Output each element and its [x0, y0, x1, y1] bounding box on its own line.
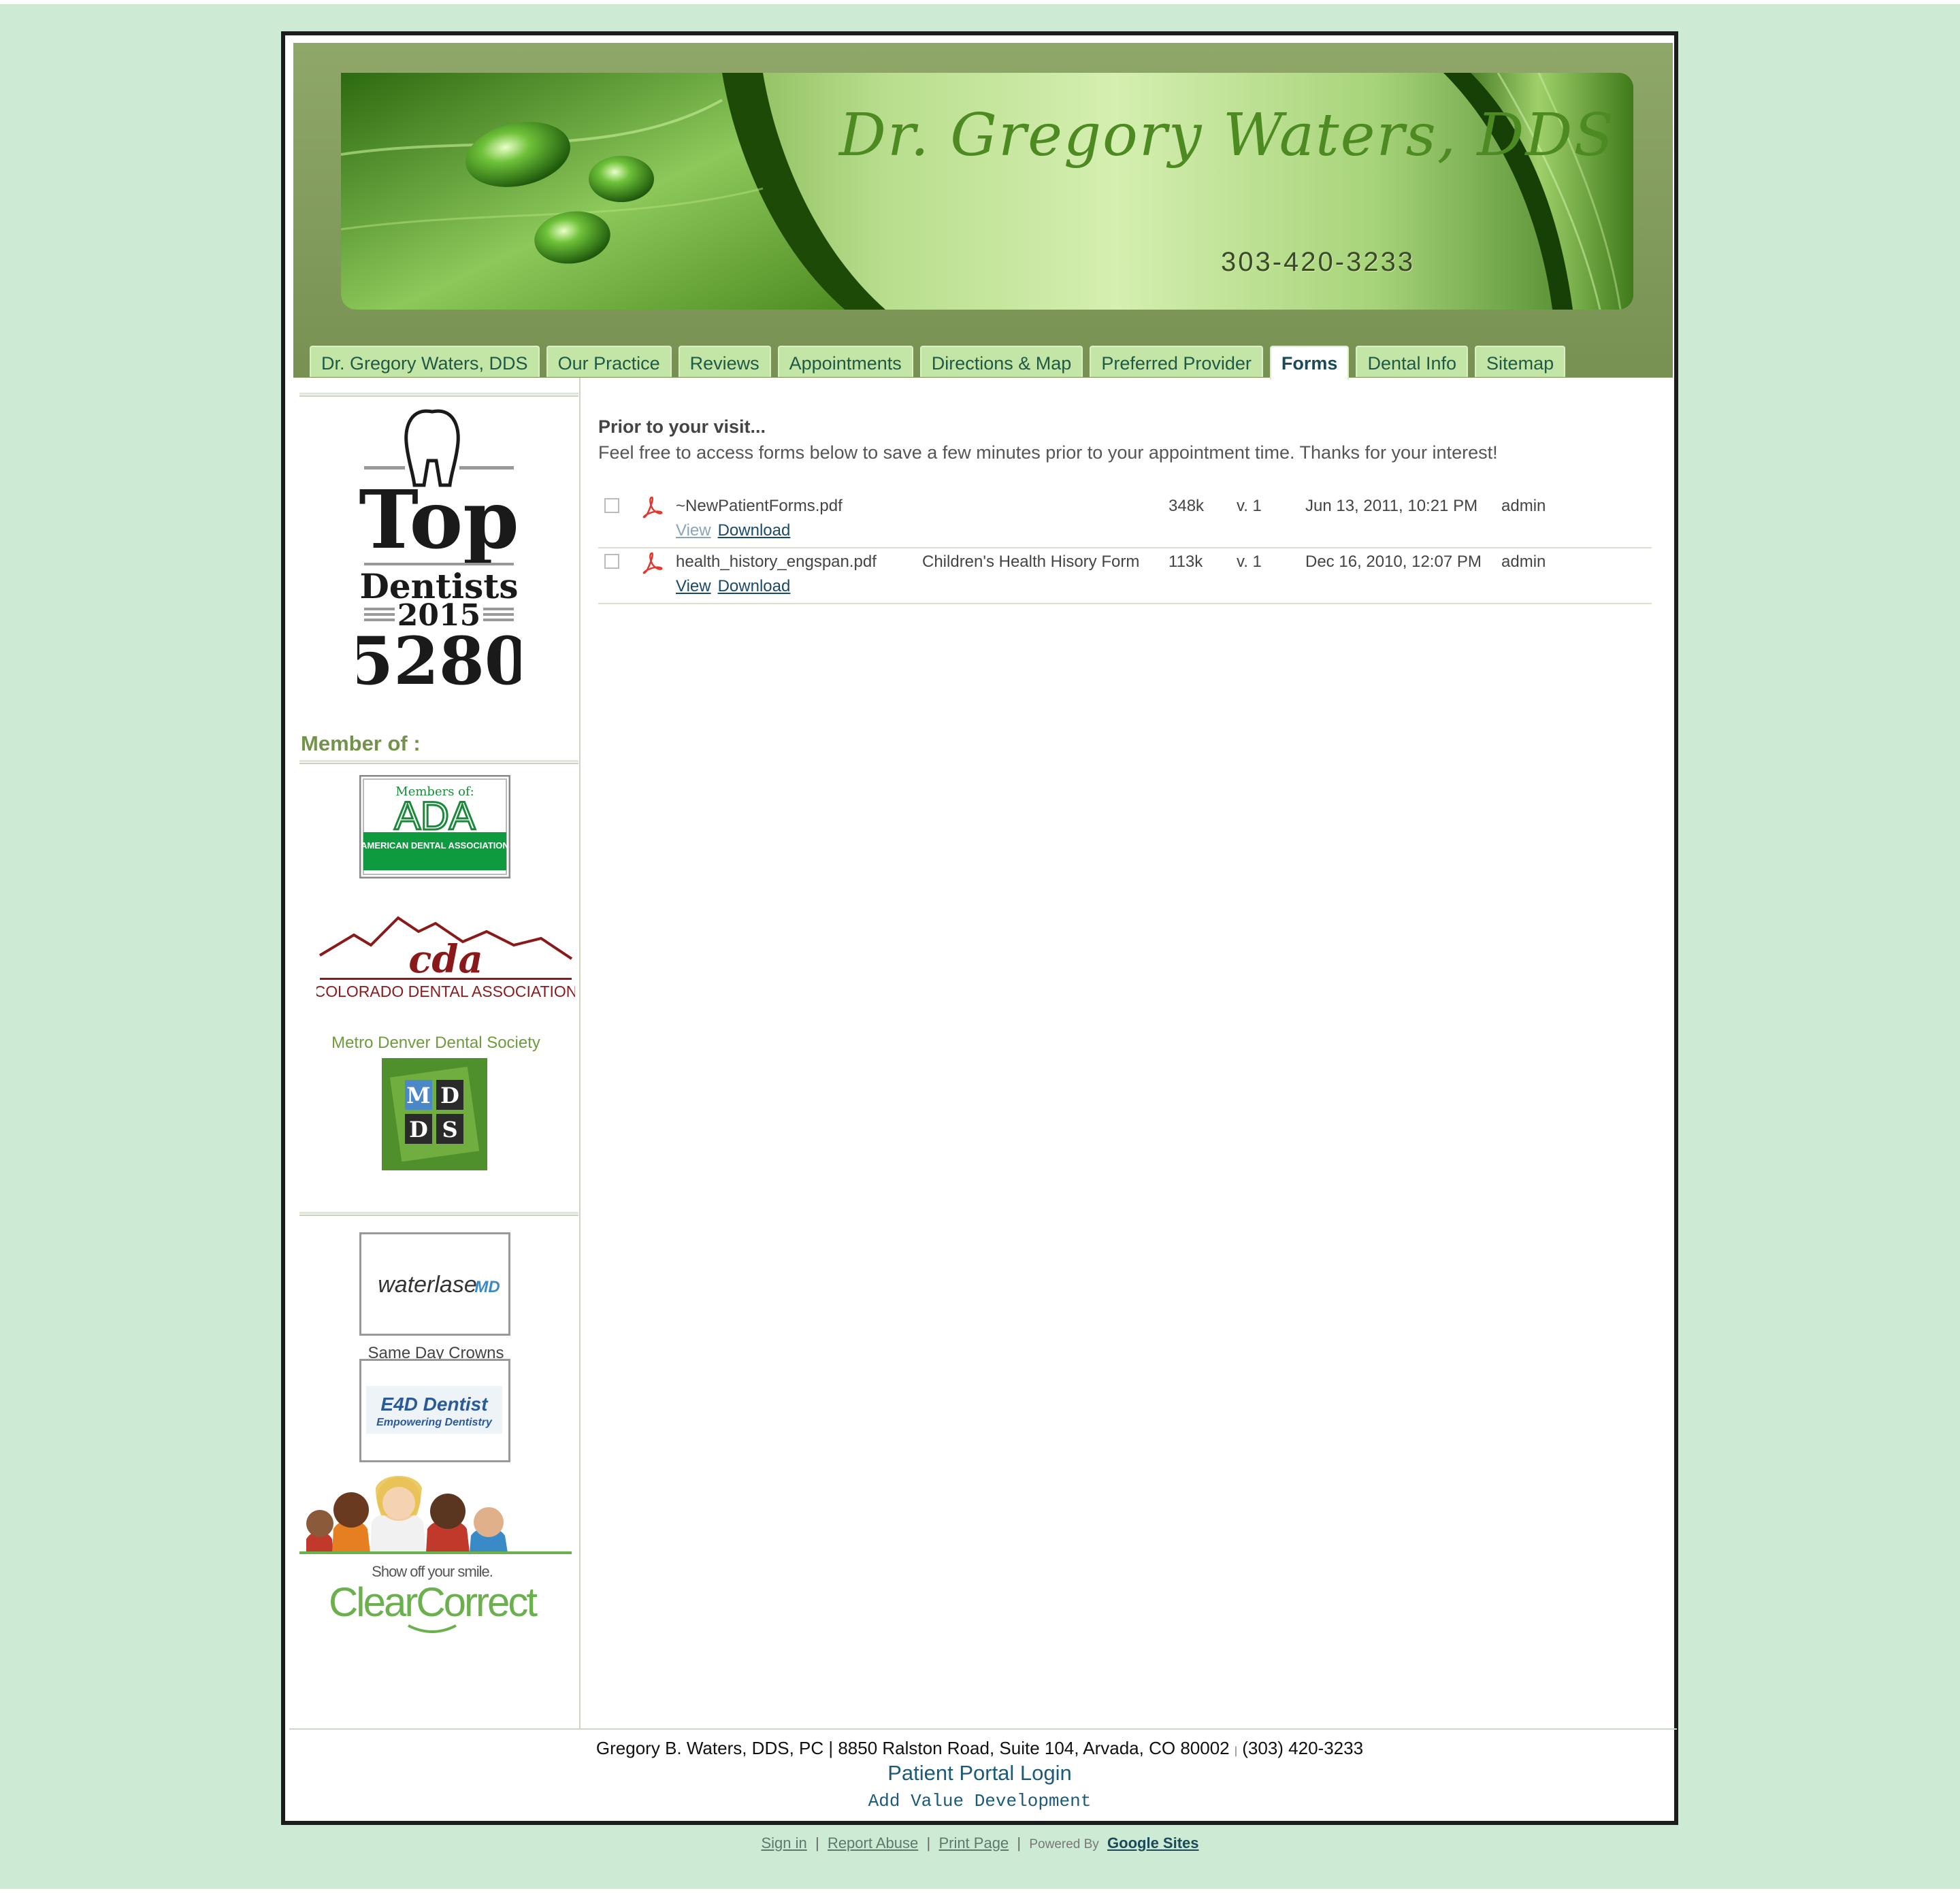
- pdf-icon: [642, 496, 663, 518]
- bottom-strip: [0, 1889, 1960, 1893]
- top-dentists-top: Top: [359, 472, 519, 567]
- mdds-letter-s: S: [442, 1117, 457, 1142]
- cda-logo[interactable]: cda COLORADO DENTAL ASSOCIATION: [316, 904, 575, 1000]
- footer-separator: |: [1234, 1745, 1238, 1757]
- file-links: View Download: [676, 521, 797, 540]
- e4d-logo[interactable]: E4D Dentist Empowering Dentistry: [359, 1359, 510, 1462]
- download-link[interactable]: Download: [718, 577, 791, 595]
- bar-separator: |: [815, 1834, 819, 1851]
- site-header: Dr. Gregory Waters, DDS 303-420-3233: [293, 43, 1673, 378]
- file-user: admin: [1501, 553, 1546, 571]
- tab-forms[interactable]: Forms: [1269, 346, 1350, 380]
- clearcorrect-tagline: Show off your smile.: [372, 1563, 493, 1580]
- clearcorrect-ad[interactable]: Show off your smile. ClearCorrect: [299, 1475, 572, 1665]
- ada-logo[interactable]: Members of: ADA AMERICAN DENTAL ASSOCIAT…: [359, 775, 510, 878]
- file-row: health_history_engspan.pdf Children's He…: [598, 548, 1652, 604]
- tab-directions-map[interactable]: Directions & Map: [919, 346, 1083, 377]
- tab-preferred-provider[interactable]: Preferred Provider: [1090, 346, 1263, 377]
- footer-phone: (303) 420-3233: [1242, 1738, 1364, 1758]
- print-page-link[interactable]: Print Page: [938, 1834, 1009, 1851]
- waterlase-logo[interactable]: waterlase MD: [359, 1232, 510, 1336]
- powered-by-label: Powered By: [1029, 1837, 1099, 1851]
- footer-divider: [289, 1728, 1677, 1730]
- file-date: Dec 16, 2010, 12:07 PM: [1305, 553, 1482, 571]
- file-name[interactable]: health_history_engspan.pdf: [676, 553, 877, 572]
- tab-dental-info[interactable]: Dental Info: [1356, 346, 1469, 377]
- cda-script: cda: [408, 937, 483, 982]
- top-strip: [0, 0, 1960, 4]
- mdds-logo[interactable]: M D D S: [382, 1058, 487, 1170]
- tab-home[interactable]: Dr. Gregory Waters, DDS: [310, 346, 540, 377]
- file-user: admin: [1501, 497, 1546, 515]
- member-of-heading: Member of :: [301, 731, 421, 755]
- file-row: ~NewPatientForms.pdf 348k v. 1 Jun 13, 2…: [598, 493, 1652, 548]
- pdf-icon: [642, 552, 663, 574]
- page-heading: Prior to your visit...: [598, 416, 766, 437]
- file-checkbox[interactable]: [604, 498, 619, 513]
- smiling-people-graphic: [306, 1476, 508, 1553]
- sidebar-divider: [299, 1212, 578, 1216]
- mdds-letter-d: D: [440, 1083, 459, 1108]
- file-version: v. 1: [1237, 553, 1262, 571]
- tab-sitemap[interactable]: Sitemap: [1475, 346, 1566, 377]
- sites-footer-bar: Sign in | Report Abuse | Print Page | Po…: [0, 1834, 1960, 1852]
- file-name[interactable]: ~NewPatientForms.pdf: [676, 497, 843, 516]
- mdds-letter-m: M: [406, 1083, 430, 1108]
- ada-name: AMERICAN DENTAL ASSOCIATION: [361, 840, 509, 851]
- sidebar: Top Dentists 2015 5280 Member of : Membe…: [293, 378, 581, 1728]
- developer-credit[interactable]: Add Value Development: [285, 1791, 1674, 1811]
- main-nav: Dr. Gregory Waters, DDS Our Practice Rev…: [310, 346, 1566, 380]
- bar-separator: |: [1017, 1834, 1022, 1851]
- file-checkbox[interactable]: [604, 554, 619, 569]
- file-size: 113k: [1169, 553, 1203, 571]
- footer-address: Gregory B. Waters, DDS, PC | 8850 Ralsto…: [595, 1738, 1230, 1758]
- top-dentists-5280: 5280: [357, 623, 521, 691]
- patient-portal-link[interactable]: Patient Portal Login: [285, 1761, 1674, 1785]
- tab-appointments[interactable]: Appointments: [777, 346, 913, 377]
- page-frame: Dr. Gregory Waters, DDS 303-420-3233 Dr.…: [281, 31, 1678, 1825]
- header-banner: Dr. Gregory Waters, DDS 303-420-3233: [341, 73, 1633, 310]
- e4d-tagline: Empowering Dentistry: [376, 1417, 493, 1428]
- banner-title: Dr. Gregory Waters, DDS: [839, 101, 1616, 169]
- report-abuse-link[interactable]: Report Abuse: [828, 1834, 918, 1851]
- file-description: Children's Health Hisory Form: [922, 553, 1140, 571]
- cda-name: COLORADO DENTAL ASSOCIATION: [316, 983, 575, 1000]
- ada-abbr: ADA: [394, 794, 476, 838]
- mdds-caption[interactable]: Metro Denver Dental Society: [293, 1034, 579, 1053]
- footer-address-line: Gregory B. Waters, DDS, PC | 8850 Ralsto…: [285, 1738, 1674, 1759]
- sidebar-divider: [299, 393, 578, 397]
- sidebar-divider: [299, 760, 578, 764]
- download-link[interactable]: Download: [718, 521, 791, 540]
- clearcorrect-brand: ClearCorrect: [329, 1579, 538, 1625]
- view-link[interactable]: View: [676, 521, 711, 540]
- tab-our-practice[interactable]: Our Practice: [546, 346, 672, 377]
- sign-in-link[interactable]: Sign in: [761, 1834, 806, 1851]
- waterlase-text: waterlase: [378, 1272, 477, 1298]
- file-size: 348k: [1169, 497, 1205, 515]
- file-version: v. 1: [1237, 497, 1262, 515]
- google-sites-link[interactable]: Google Sites: [1107, 1834, 1198, 1851]
- banner-phone: 303-420-3233: [1221, 247, 1416, 277]
- tab-reviews[interactable]: Reviews: [678, 346, 771, 377]
- view-link[interactable]: View: [676, 577, 711, 595]
- e4d-text: E4D Dentist: [380, 1394, 489, 1415]
- top-dentists-badge[interactable]: Top Dentists 2015 5280: [357, 405, 521, 691]
- bar-separator: |: [926, 1834, 931, 1851]
- file-links: View Download: [676, 577, 797, 596]
- intro-text: Feel free to access forms below to save …: [598, 442, 1498, 463]
- file-date: Jun 13, 2011, 10:21 PM: [1305, 497, 1478, 515]
- mdds-letter-d2: D: [409, 1117, 428, 1142]
- waterlase-md: MD: [474, 1278, 500, 1296]
